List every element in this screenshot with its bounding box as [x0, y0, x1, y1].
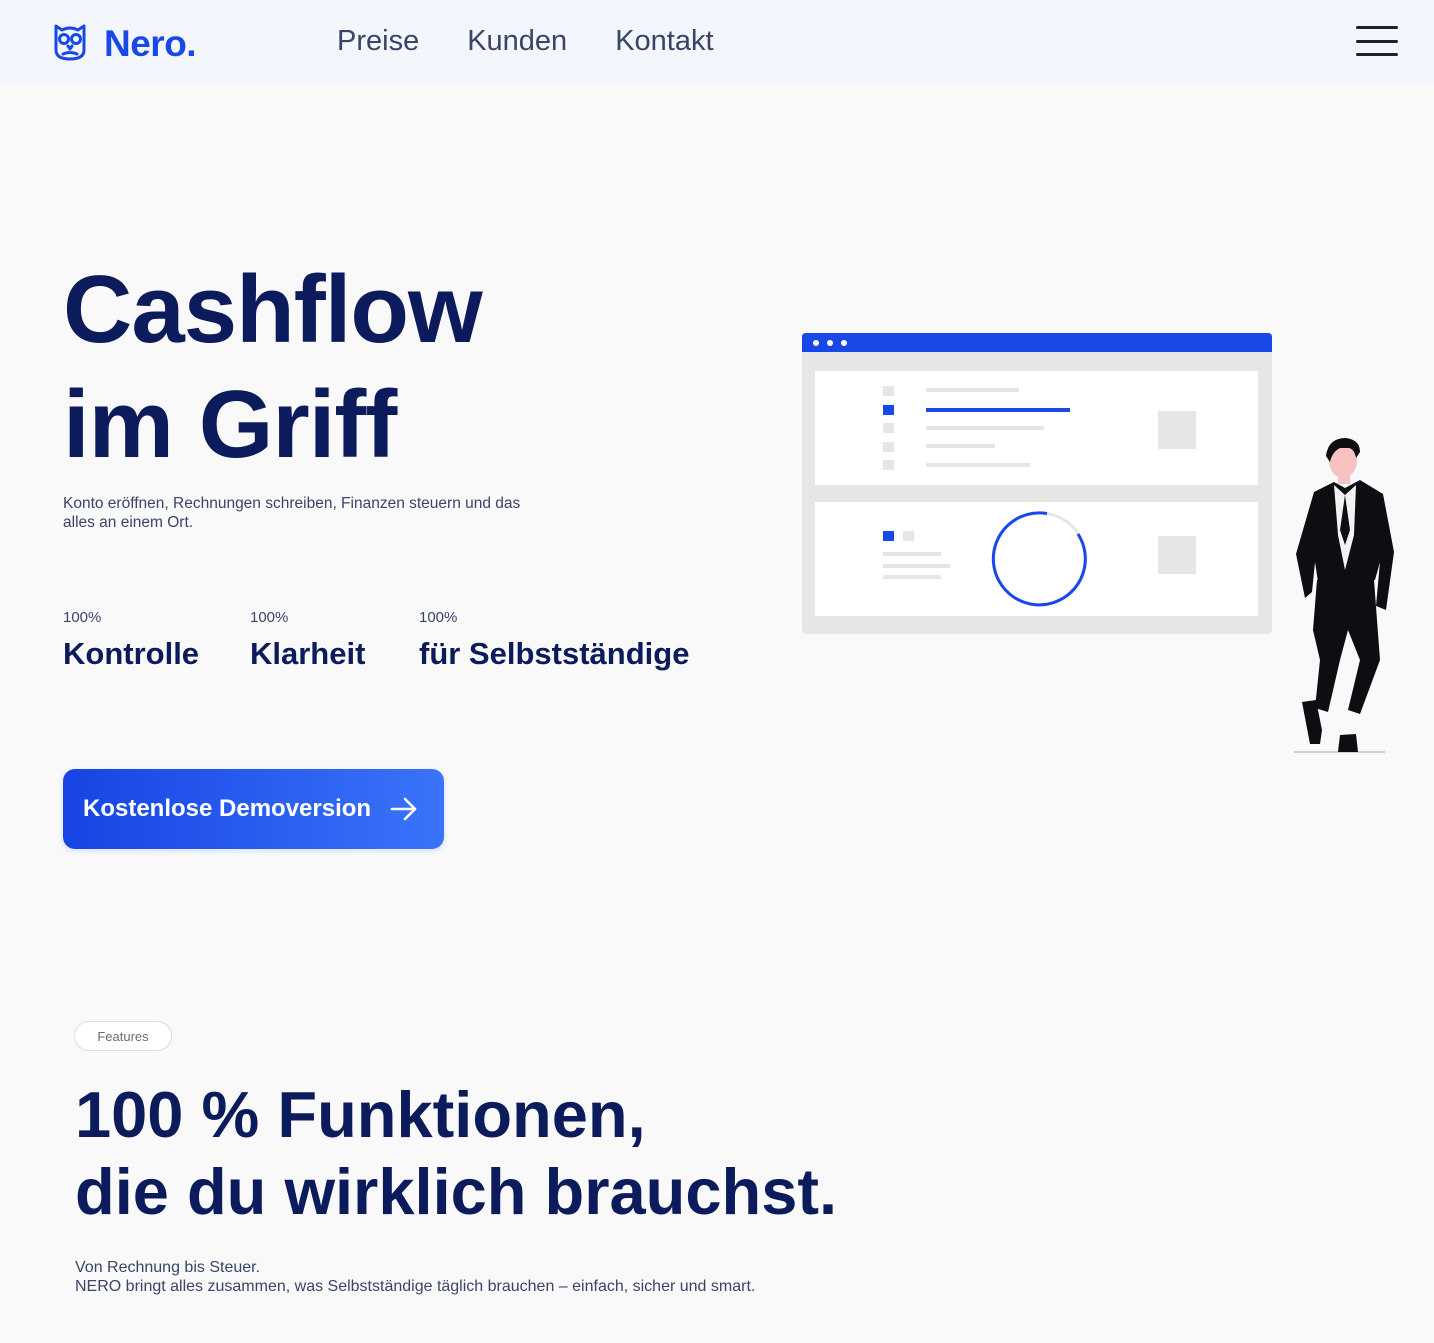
features-title: 100 % Funktionen, die du wirklich brauch…	[75, 1076, 975, 1230]
hamburger-menu-icon[interactable]	[1356, 26, 1398, 56]
stat-klarheit: 100% Klarheit	[250, 609, 365, 671]
stat-kontrolle: 100% Kontrolle	[63, 609, 199, 671]
stat-selbststaendige: 100% für Selbstständige	[419, 609, 689, 671]
features-desc-line-1: Von Rechnung bis Steuer.	[75, 1259, 261, 1276]
stat-percent: 100%	[419, 609, 458, 626]
nav-link-kontakt[interactable]: Kontakt	[615, 24, 713, 58]
person-illustration	[1294, 438, 1394, 753]
hero-title-line-2: im Griff	[63, 371, 397, 478]
stat-label: Kontrolle	[63, 636, 200, 671]
brand-logo[interactable]: Nero.	[52, 20, 197, 67]
features-badge: Features	[74, 1021, 172, 1051]
features-title-line-1: 100 % Funktionen,	[75, 1078, 646, 1151]
stat-label: Klarheit	[250, 636, 366, 671]
features-desc-line-2: NERO bringt alles zusammen, was Selbstst…	[75, 1278, 756, 1295]
nav-link-preise[interactable]: Preise	[337, 24, 419, 58]
site-header: Nero. Preise Kunden Kontakt	[0, 0, 1434, 84]
hero-title-line-1: Cashflow	[63, 256, 483, 363]
features-description: Von Rechnung bis Steuer. NERO bringt all…	[75, 1258, 975, 1296]
owl-icon	[52, 20, 88, 67]
features-title-line-2: die du wirklich brauchst.	[75, 1155, 838, 1228]
cta-label: Kostenlose Demoversion	[83, 795, 372, 822]
stat-label: für Selbstständige	[419, 636, 690, 671]
hero-subtitle: Konto eröffnen, Rechnungen schreiben, Fi…	[63, 495, 521, 531]
browser-window-graphic	[802, 333, 1272, 634]
stat-percent: 100%	[63, 609, 102, 626]
main-nav: Preise Kunden Kontakt	[337, 24, 714, 58]
nav-link-kunden[interactable]: Kunden	[467, 24, 567, 58]
brand-name: Nero.	[104, 22, 197, 64]
dashboard-illustration	[802, 333, 1394, 753]
stat-percent: 100%	[250, 609, 289, 626]
demo-cta-button[interactable]: Kostenlose Demoversion	[63, 769, 444, 849]
hero-title: Cashflow im Griff	[63, 252, 703, 482]
arrow-right-icon	[390, 797, 417, 821]
